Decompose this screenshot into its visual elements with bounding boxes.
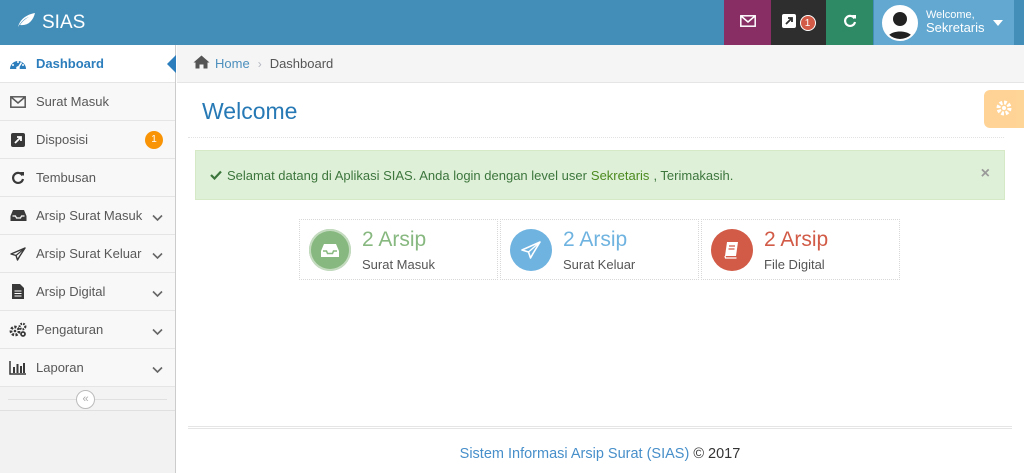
sidebar-item-label: Disposisi (36, 132, 89, 147)
chevron-down-icon (152, 362, 163, 377)
user-menu[interactable]: Welcome, Sekretaris (874, 0, 1014, 45)
sidebar-collapse-bar: « (0, 387, 175, 411)
book-icon (711, 229, 753, 271)
navbar: SIAS 1 Welcome, Sekretaris (0, 0, 1024, 45)
inbox-icon (8, 206, 28, 226)
leaf-icon (16, 12, 42, 34)
disposisi-count-badge: 1 (145, 131, 163, 149)
share-square-icon (8, 130, 28, 150)
share-square-icon (781, 14, 796, 31)
user-info: Welcome, Sekretaris (926, 9, 985, 37)
envelope-icon (739, 15, 756, 30)
sidebar: Dashboard Surat Masuk Disposisi 1 Tembus… (0, 45, 176, 473)
footer-brand: Sistem Informasi Arsip Surat (SIAS) (459, 446, 690, 462)
infobox-surat-masuk[interactable]: 2 Arsip Surat Masuk (299, 219, 498, 280)
chevron-down-icon (152, 286, 163, 301)
paper-plane-icon (8, 244, 28, 264)
sidebar-item-arsip-digital[interactable]: Arsip Digital (0, 273, 175, 311)
close-icon[interactable]: × (981, 165, 990, 183)
infobox-number: 2 Arsip (362, 228, 427, 251)
welcome-alert: Selamat datang di Aplikasi SIAS. Anda lo… (195, 150, 1005, 200)
alert-message: Selamat datang di Aplikasi SIAS. Anda lo… (227, 167, 587, 183)
alert-user-level: Sekretaris (590, 167, 650, 183)
inbox-icon (309, 229, 351, 271)
disposisi-button[interactable]: 1 (771, 0, 826, 45)
sidebar-item-label: Arsip Digital (36, 284, 106, 299)
sidebar-item-pengaturan[interactable]: Pengaturan (0, 311, 175, 349)
double-angle-left-icon[interactable]: « (76, 390, 95, 409)
infobox-label: File Digital (764, 257, 825, 272)
sidebar-item-disposisi[interactable]: Disposisi 1 (0, 121, 175, 159)
mail-button[interactable] (724, 0, 771, 45)
navbar-end (1014, 0, 1024, 45)
sidebar-item-label: Tembusan (36, 170, 96, 185)
paper-plane-icon (510, 229, 552, 271)
brand-name: SIAS (42, 11, 86, 33)
sidebar-item-label: Arsip Surat Keluar (36, 246, 142, 261)
infobox-number: 2 Arsip (563, 228, 628, 251)
refresh-icon (8, 168, 28, 188)
envelope-icon (8, 92, 28, 112)
sidebar-item-laporan[interactable]: Laporan (0, 349, 175, 387)
page-title: Welcome (202, 98, 298, 124)
alert-suffix: , Terimakasih. (653, 167, 734, 183)
infobox-number: 2 Arsip (764, 228, 829, 251)
breadcrumb-separator-icon: › (257, 56, 262, 71)
brand-link[interactable]: SIAS (16, 0, 85, 45)
infobox-surat-keluar[interactable]: 2 Arsip Surat Keluar (500, 219, 699, 280)
user-avatar-icon (882, 4, 918, 41)
breadcrumb-current: Dashboard (269, 56, 334, 71)
sidebar-item-label: Arsip Surat Masuk (36, 208, 143, 223)
sidebar-item-arsip-surat-masuk[interactable]: Arsip Surat Masuk (0, 197, 175, 235)
bar-chart-icon (8, 358, 28, 378)
caret-down-icon (992, 19, 1003, 26)
home-icon (193, 55, 210, 72)
sidebar-item-surat-masuk[interactable]: Surat Masuk (0, 83, 175, 121)
disposisi-notification-badge: 1 (799, 14, 816, 31)
sidebar-item-label: Laporan (36, 360, 84, 375)
sidebar-item-dashboard[interactable]: Dashboard (0, 45, 176, 83)
refresh-button[interactable] (826, 0, 873, 45)
sidebar-item-arsip-surat-keluar[interactable]: Arsip Surat Keluar (0, 235, 175, 273)
check-icon (210, 168, 222, 183)
infobox-label: Surat Keluar (563, 257, 636, 272)
tachometer-icon (8, 54, 28, 74)
sidebar-item-tembusan[interactable]: Tembusan (0, 159, 175, 197)
cogs-icon (8, 320, 28, 340)
chevron-down-icon (152, 210, 163, 225)
cog-icon (995, 99, 1013, 120)
infobox-label: Surat Masuk (362, 257, 435, 272)
breadcrumb: Home › Dashboard (177, 45, 1024, 83)
refresh-icon (843, 14, 857, 31)
breadcrumb-home-link[interactable]: Home (215, 56, 250, 71)
footer-copyright: © 2017 (693, 446, 741, 462)
user-name: Sekretaris (926, 20, 985, 36)
infobox-file-digital[interactable]: 2 Arsip File Digital (701, 219, 900, 280)
chevron-down-icon (152, 324, 163, 339)
sidebar-item-label: Pengaturan (36, 322, 104, 337)
footer: Sistem Informasi Arsip Surat (SIAS) © 20… (188, 426, 1012, 473)
sidebar-item-label: Dashboard (36, 56, 104, 71)
page-header: Welcome (188, 84, 1004, 138)
chevron-down-icon (152, 248, 163, 263)
sidebar-item-label: Surat Masuk (36, 94, 109, 109)
file-text-icon (8, 282, 28, 302)
settings-button[interactable] (984, 90, 1024, 128)
